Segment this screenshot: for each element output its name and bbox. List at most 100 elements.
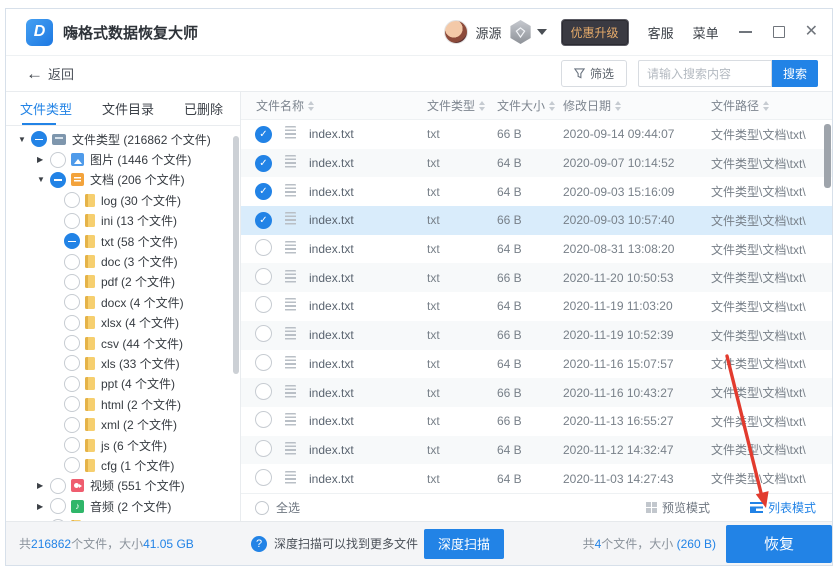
row-checkbox[interactable]	[255, 439, 272, 457]
tree-item[interactable]: log (30 个文件)	[6, 190, 240, 210]
tree-checkbox[interactable]	[64, 192, 80, 209]
tree-checkbox[interactable]	[50, 518, 66, 521]
tree-item[interactable]: csv (44 个文件)	[6, 333, 240, 353]
column-header-type[interactable]: 文件类型	[427, 97, 497, 114]
tab-deleted[interactable]: 已删除	[184, 92, 223, 125]
tree-checkbox[interactable]	[64, 355, 80, 372]
row-checkbox[interactable]	[255, 411, 272, 429]
row-checkbox[interactable]	[255, 267, 272, 285]
row-checkbox[interactable]	[255, 296, 272, 314]
tree-item[interactable]: ▶ 图片 (1446 个文件)	[6, 149, 240, 169]
help-icon[interactable]: ?	[251, 535, 267, 552]
tree-item[interactable]: ▶ 音频 (2 个文件)	[6, 496, 240, 516]
tab-file-directory[interactable]: 文件目录	[102, 92, 154, 125]
close-button[interactable]: ✕	[805, 24, 818, 40]
table-row[interactable]: index.txt txt 64 B 2020-11-19 11:03:20 文件类型\…	[241, 292, 832, 321]
tree-item[interactable]: ▶ 视频 (551 个文件)	[6, 476, 240, 496]
table-row[interactable]: index.txt txt 66 B 2020-11-20 10:50:53 文件类型\…	[241, 263, 832, 293]
expand-arrow-icon[interactable]: ▼	[37, 175, 50, 184]
table-scrollbar[interactable]	[824, 124, 831, 188]
deep-scan-button[interactable]: 深度扫描	[424, 528, 505, 559]
filter-button[interactable]: 筛选	[560, 60, 627, 87]
search-button[interactable]: 搜索	[772, 60, 818, 87]
table-row[interactable]: index.txt txt 66 B 2020-11-16 10:43:27 文件类型\…	[241, 378, 832, 407]
vip-badge-icon[interactable]	[510, 20, 531, 44]
tree-item[interactable]: ▼ 文档 (206 个文件)	[6, 170, 240, 190]
tree-item[interactable]: xlsx (4 个文件)	[6, 313, 240, 333]
tree-checkbox[interactable]	[64, 212, 80, 229]
search-input[interactable]	[638, 60, 772, 87]
table-row[interactable]: ✓ index.txt txt 64 B 2020-09-07 10:14:52 文件类型…	[241, 148, 832, 178]
table-row[interactable]: index.txt txt 64 B 2020-11-03 14:27:43 文件类型\…	[241, 464, 832, 493]
tree-checkbox[interactable]	[64, 273, 80, 290]
table-row[interactable]: ✓ index.txt txt 66 B 2020-09-03 10:57:40 文件类型…	[241, 206, 832, 235]
row-checkbox[interactable]	[255, 468, 272, 486]
expand-arrow-icon[interactable]: ▶	[37, 155, 50, 164]
menu-button[interactable]: 菜单	[693, 23, 719, 42]
tree-checkbox[interactable]	[64, 253, 80, 270]
row-checkbox[interactable]: ✓	[255, 154, 272, 172]
row-checkbox[interactable]: ✓	[255, 125, 272, 143]
tree-item[interactable]: ▶	[6, 516, 240, 521]
row-checkbox[interactable]	[255, 239, 272, 257]
row-checkbox[interactable]	[255, 353, 272, 371]
tree-checkbox[interactable]	[50, 171, 66, 188]
tree-item[interactable]: html (2 个文件)	[6, 394, 240, 414]
column-header-date[interactable]: 修改日期	[563, 97, 711, 114]
list-mode-button[interactable]: 列表模式	[749, 499, 816, 516]
back-button[interactable]: ← 返回	[26, 64, 74, 83]
row-checkbox[interactable]	[255, 382, 272, 400]
row-checkbox[interactable]: ✓	[255, 211, 272, 229]
recover-button[interactable]: 恢复	[726, 524, 832, 563]
tree-item[interactable]: cfg (1 个文件)	[6, 455, 240, 475]
column-header-path[interactable]: 文件路径	[711, 97, 832, 114]
tree-item[interactable]: doc (3 个文件)	[6, 251, 240, 271]
table-row[interactable]: index.txt txt 64 B 2020-08-31 13:08:20 文件类型\…	[241, 235, 832, 264]
column-header-name[interactable]: 文件名称	[241, 97, 427, 114]
tree-item[interactable]: xls (33 个文件)	[6, 353, 240, 373]
maximize-button[interactable]	[772, 26, 785, 38]
expand-arrow-icon[interactable]: ▶	[37, 502, 50, 511]
table-row[interactable]: index.txt txt 66 B 2020-11-13 16:55:27 文件类型\…	[241, 407, 832, 436]
tab-file-type[interactable]: 文件类型	[20, 92, 72, 125]
tree-item[interactable]: txt (58 个文件)	[6, 231, 240, 251]
tree-item[interactable]: ini (13 个文件)	[6, 211, 240, 231]
table-row[interactable]: index.txt txt 64 B 2020-11-12 14:32:47 文件类型\…	[241, 435, 832, 465]
tree-checkbox[interactable]	[64, 233, 80, 250]
username[interactable]: 源源	[476, 23, 502, 42]
column-header-size[interactable]: 文件大小	[497, 97, 563, 114]
row-checkbox[interactable]	[255, 325, 272, 343]
tree-checkbox[interactable]	[50, 477, 66, 494]
tree-item[interactable]: xml (2 个文件)	[6, 414, 240, 434]
table-row[interactable]: index.txt txt 66 B 2020-11-19 10:52:39 文件类型\…	[241, 320, 832, 350]
tree-checkbox[interactable]	[64, 335, 80, 352]
tree-item[interactable]: js (6 个文件)	[6, 435, 240, 455]
tree-checkbox[interactable]	[64, 294, 80, 311]
tree-checkbox[interactable]	[31, 131, 47, 148]
tree-checkbox[interactable]	[64, 416, 80, 433]
tree-item[interactable]: ▼ 文件类型 (216862 个文件)	[6, 129, 240, 149]
tree-checkbox[interactable]	[50, 498, 66, 515]
tree-checkbox[interactable]	[64, 457, 80, 474]
tree-checkbox[interactable]	[64, 396, 80, 413]
expand-arrow-icon[interactable]: ▶	[37, 481, 50, 490]
user-avatar[interactable]	[443, 20, 468, 44]
tree-item[interactable]: docx (4 个文件)	[6, 292, 240, 312]
tree-checkbox[interactable]	[50, 151, 66, 168]
table-row[interactable]: index.txt txt 64 B 2020-11-16 15:07:57 文件类型\…	[241, 350, 832, 379]
sidebar-scrollbar[interactable]	[233, 136, 239, 374]
support-button[interactable]: 客服	[648, 23, 674, 42]
minimize-button[interactable]	[739, 25, 753, 39]
row-checkbox[interactable]: ✓	[255, 183, 272, 201]
table-row[interactable]: ✓ index.txt txt 66 B 2020-09-14 09:44:07 文件类型…	[241, 120, 832, 149]
tree-checkbox[interactable]	[64, 314, 80, 331]
tree-item[interactable]: pdf (2 个文件)	[6, 272, 240, 292]
tree-checkbox[interactable]	[64, 437, 80, 454]
upgrade-button[interactable]: 优惠升级	[560, 18, 629, 46]
chevron-down-icon[interactable]	[536, 29, 547, 35]
tree-item[interactable]: ppt (4 个文件)	[6, 374, 240, 394]
expand-arrow-icon[interactable]: ▼	[18, 135, 31, 144]
table-row[interactable]: ✓ index.txt txt 64 B 2020-09-03 15:16:09 文件类型…	[241, 177, 832, 206]
preview-mode-button[interactable]: 预览模式	[645, 499, 710, 516]
select-all-checkbox[interactable]: 全选	[255, 499, 300, 516]
